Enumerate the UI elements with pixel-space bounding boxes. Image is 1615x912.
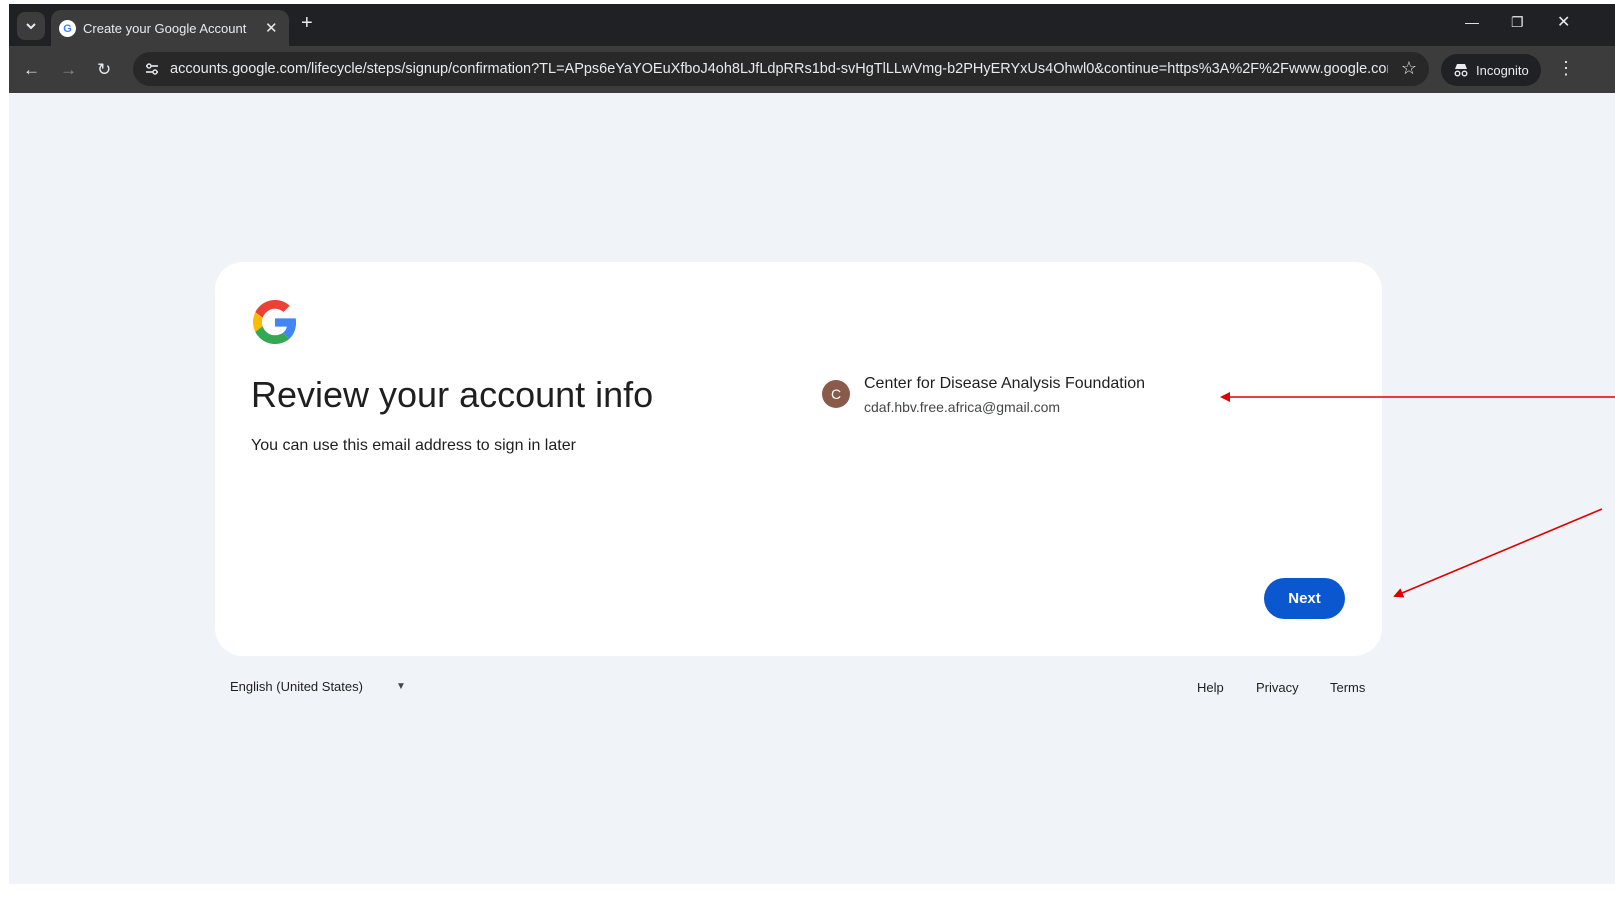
- google-logo-icon: [253, 300, 297, 344]
- reload-icon[interactable]: ↻: [97, 60, 111, 80]
- avatar: C: [822, 380, 850, 408]
- new-tab-button[interactable]: +: [301, 12, 313, 35]
- language-label: English (United States): [230, 679, 363, 694]
- caret-down-icon: ▼: [395, 681, 406, 692]
- star-icon[interactable]: ☆: [1401, 58, 1417, 79]
- chevron-down-icon: [26, 23, 36, 30]
- page-title: Review your account info: [251, 374, 654, 415]
- page-subtitle: You can use this email address to sign i…: [251, 437, 576, 454]
- account-review-card: Review your account info You can use thi…: [215, 262, 1382, 656]
- back-icon[interactable]: ←: [23, 60, 40, 80]
- language-selector[interactable]: English (United States) ▼: [230, 679, 406, 694]
- more-menu-icon[interactable]: ⋮: [1557, 58, 1575, 79]
- restore-icon[interactable]: ❐: [1511, 14, 1524, 31]
- google-favicon-icon: G: [59, 20, 76, 37]
- url-text[interactable]: accounts.google.com/lifecycle/steps/sign…: [170, 61, 1388, 77]
- account-info: C Center for Disease Analysis Foundation…: [822, 375, 1222, 425]
- incognito-label: Incognito: [1476, 62, 1529, 78]
- next-button[interactable]: Next: [1264, 578, 1345, 619]
- account-name: Center for Disease Analysis Foundation: [864, 375, 1146, 392]
- browser-toolbar: ← → ↻ accounts.google.com/lifecycle/step…: [9, 46, 1615, 93]
- close-window-icon[interactable]: ✕: [1557, 12, 1570, 32]
- close-icon[interactable]: ✕: [265, 19, 278, 37]
- incognito-badge[interactable]: Incognito: [1441, 54, 1541, 86]
- site-info-icon[interactable]: [143, 60, 161, 78]
- tab-search-button[interactable]: [17, 12, 45, 40]
- browser-window: G Create your Google Account ✕ + — ❐ ✕ ←…: [9, 4, 1615, 884]
- tab-strip: G Create your Google Account ✕ + — ❐ ✕: [9, 4, 1615, 46]
- incognito-icon: [1454, 64, 1468, 77]
- account-email: cdaf.hbv.free.africa@gmail.com: [864, 399, 1061, 415]
- tab-title: Create your Google Account: [83, 21, 247, 36]
- tab-active[interactable]: G Create your Google Account ✕: [51, 10, 289, 46]
- forward-icon[interactable]: →: [60, 60, 77, 80]
- minimize-icon[interactable]: —: [1465, 14, 1479, 30]
- privacy-link[interactable]: Privacy: [1256, 680, 1299, 695]
- terms-link[interactable]: Terms: [1330, 680, 1365, 695]
- help-link[interactable]: Help: [1197, 680, 1224, 695]
- address-bar[interactable]: accounts.google.com/lifecycle/steps/sign…: [133, 52, 1429, 86]
